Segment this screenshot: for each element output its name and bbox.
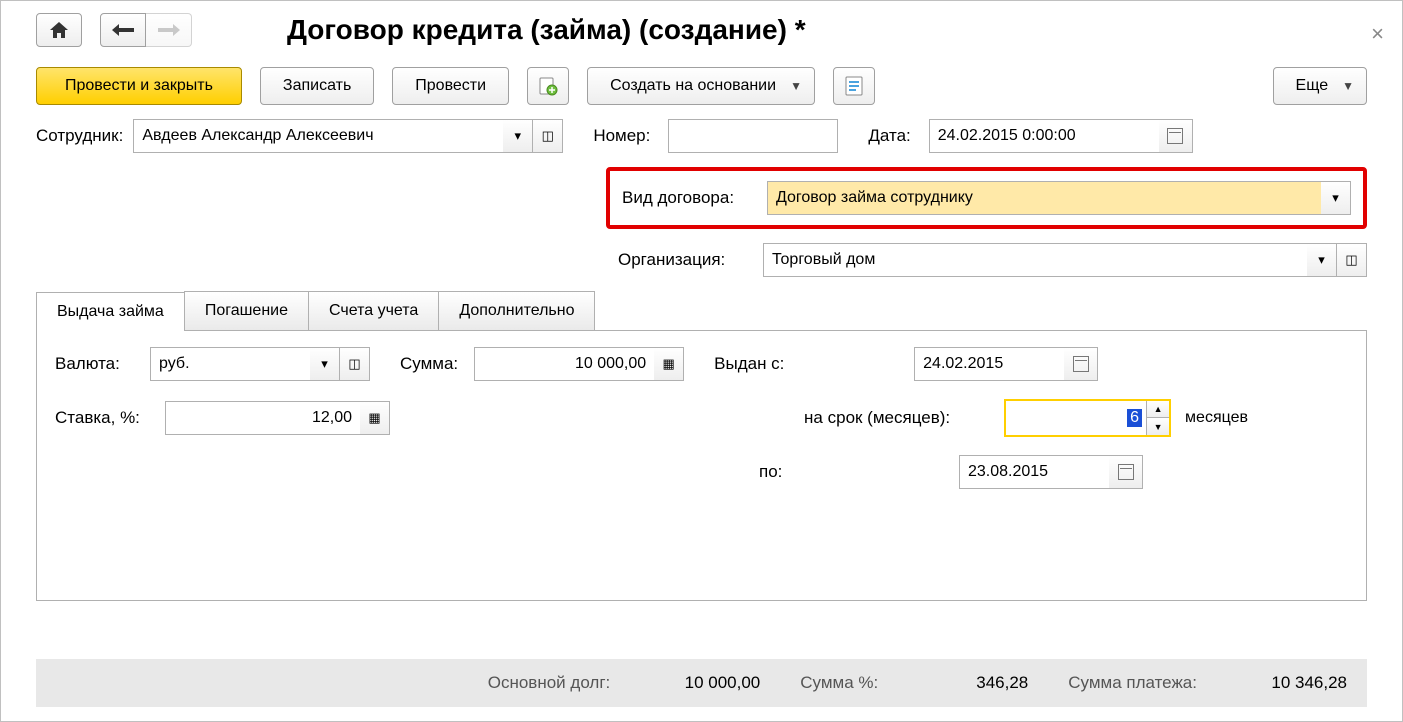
rate-label: Ставка, %: <box>55 408 155 428</box>
post-button[interactable]: Провести <box>392 67 509 105</box>
number-label: Номер: <box>593 126 650 146</box>
calculator-icon[interactable]: ▦ <box>654 347 684 381</box>
term-input[interactable]: 6 <box>1006 401 1146 435</box>
payment-value: 10 346,28 <box>1237 673 1347 693</box>
until-input[interactable]: 23.08.2015 <box>959 455 1109 489</box>
tab-accounts[interactable]: Счета учета <box>308 291 439 330</box>
more-button[interactable]: Еще ▼ <box>1273 67 1367 105</box>
close-icon[interactable]: × <box>1371 21 1384 47</box>
principal-value: 10 000,00 <box>650 673 760 693</box>
tab-additional[interactable]: Дополнительно <box>438 291 595 330</box>
calendar-icon[interactable] <box>1064 347 1098 381</box>
dropdown-icon[interactable]: ▾ <box>1321 181 1351 215</box>
calendar-icon[interactable] <box>1159 119 1193 153</box>
employee-label: Сотрудник: <box>36 126 123 146</box>
attach-button[interactable] <box>527 67 569 105</box>
organization-input[interactable]: Торговый дом <box>763 243 1307 277</box>
calendar-icon[interactable] <box>1109 455 1143 489</box>
amount-input[interactable]: 10 000,00 <box>474 347 654 381</box>
interest-label: Сумма %: <box>800 673 878 693</box>
chevron-down-icon: ▼ <box>1342 79 1354 93</box>
dropdown-icon[interactable]: ▾ <box>310 347 340 381</box>
create-based-on-label: Создать на основании <box>610 77 776 95</box>
tab-loan-issue[interactable]: Выдача займа <box>36 292 185 331</box>
open-icon[interactable]: ◫ <box>340 347 370 381</box>
term-unit-label: месяцев <box>1185 409 1248 427</box>
rate-input[interactable]: 12,00 <box>165 401 360 435</box>
dropdown-icon[interactable]: ▾ <box>1307 243 1337 277</box>
forward-button <box>146 13 192 47</box>
dropdown-icon[interactable]: ▾ <box>503 119 533 153</box>
save-button[interactable]: Записать <box>260 67 374 105</box>
back-button[interactable] <box>100 13 146 47</box>
contract-type-label: Вид договора: <box>622 188 757 208</box>
post-and-close-button[interactable]: Провести и закрыть <box>36 67 242 105</box>
amount-label: Сумма: <box>400 354 458 374</box>
chevron-down-icon: ▼ <box>790 79 802 93</box>
tab-repayment[interactable]: Погашение <box>184 291 309 330</box>
contract-type-input[interactable]: Договор займа сотруднику <box>767 181 1321 215</box>
issued-from-input[interactable]: 24.02.2015 <box>914 347 1064 381</box>
organization-label: Организация: <box>618 250 753 270</box>
spin-up-button[interactable]: ▲ <box>1147 401 1169 418</box>
calculator-icon[interactable]: ▦ <box>360 401 390 435</box>
date-input[interactable]: 24.02.2015 0:00:00 <box>929 119 1159 153</box>
open-icon[interactable]: ◫ <box>1337 243 1367 277</box>
employee-input[interactable]: Авдеев Александр Алексеевич <box>133 119 503 153</box>
open-icon[interactable]: ◫ <box>533 119 563 153</box>
term-input-group: 6 ▲ ▼ <box>1004 399 1171 437</box>
term-value: 6 <box>1127 409 1142 427</box>
report-button[interactable] <box>833 67 875 105</box>
more-label: Еще <box>1296 77 1329 95</box>
principal-label: Основной долг: <box>488 673 611 693</box>
interest-value: 346,28 <box>918 673 1028 693</box>
payment-label: Сумма платежа: <box>1068 673 1197 693</box>
issued-from-label: Выдан с: <box>714 354 914 374</box>
create-based-on-button[interactable]: Создать на основании ▼ <box>587 67 815 105</box>
date-label: Дата: <box>868 126 910 146</box>
until-label: по: <box>759 462 959 482</box>
currency-label: Валюта: <box>55 354 140 374</box>
number-input[interactable] <box>668 119 838 153</box>
home-button[interactable] <box>36 13 82 47</box>
currency-input[interactable]: руб. <box>150 347 310 381</box>
page-title: Договор кредита (займа) (создание) * <box>287 14 806 46</box>
spin-down-button[interactable]: ▼ <box>1147 418 1169 435</box>
term-label: на срок (месяцев): <box>804 408 1004 428</box>
